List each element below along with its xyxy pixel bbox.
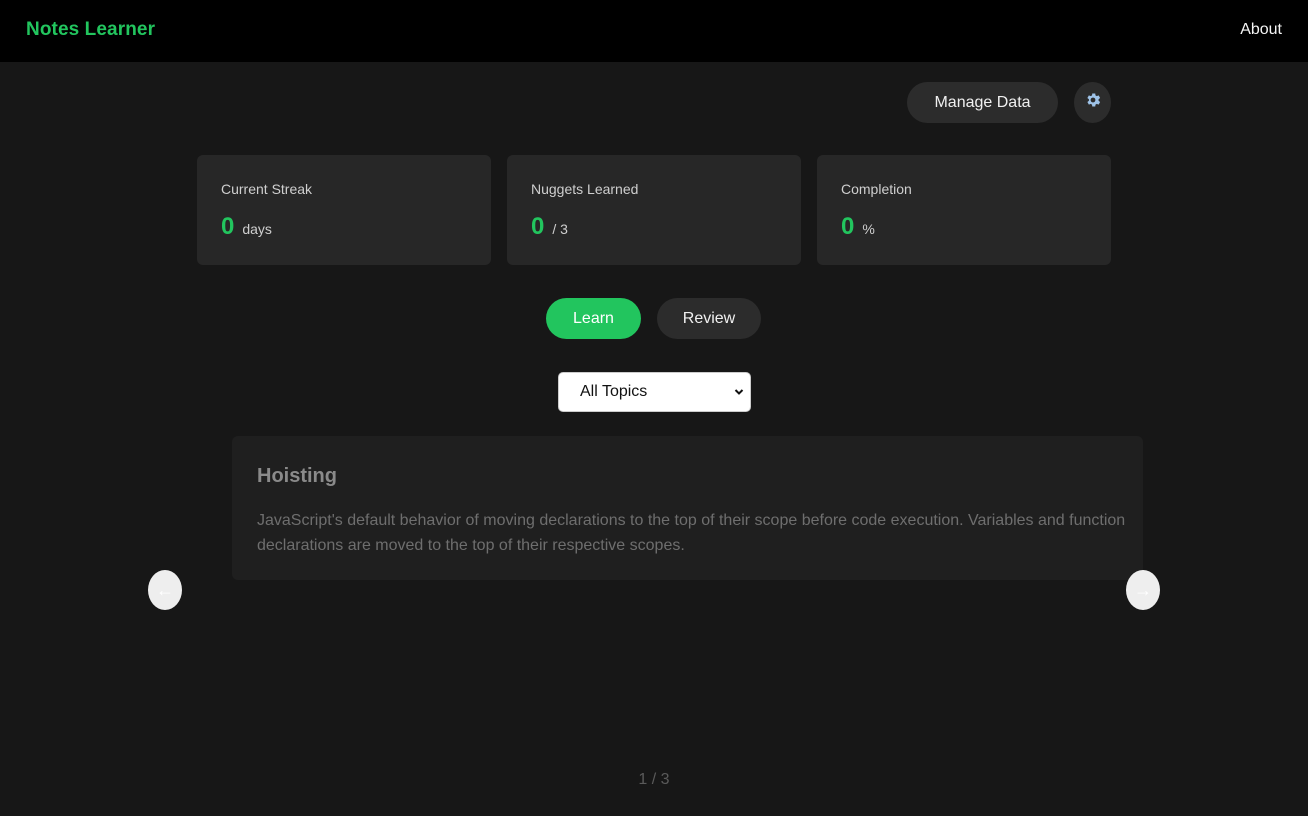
stat-label: Current Streak [221,181,313,197]
stat-label: Completion [841,181,912,197]
gear-icon [1084,91,1102,114]
stat-value: 0 [531,213,545,240]
chevron-down-icon [734,385,744,404]
top-navbar: Notes Learner About [0,0,1308,62]
brand-logo-text[interactable]: Notes Learner [26,19,155,41]
stat-value: 0 [221,213,235,240]
tab-review[interactable]: Review [657,298,761,339]
stat-unit: / 3 [552,221,568,237]
stat-unit: days [242,221,272,237]
stat-label: Nuggets Learned [531,181,639,197]
next-button[interactable]: → [1126,570,1160,610]
nugget-title: Hoisting [257,465,337,487]
stat-card-completion: Completion 0 % [817,155,1111,265]
stat-card-nuggets: Nuggets Learned 0 / 3 [507,155,801,265]
topic-select-value: All Topics [580,383,648,400]
arrow-right-icon: → [1134,579,1152,600]
stat-value: 0 [841,213,855,240]
stat-unit: % [862,221,875,237]
stat-card-streak: Current Streak 0 days [197,155,491,265]
previous-button[interactable]: ← [148,570,182,610]
tab-learn[interactable]: Learn [546,298,641,339]
manage-data-button[interactable]: Manage Data [907,82,1058,123]
page-indicator: 1 / 3 [638,771,670,788]
arrow-left-icon: ← [156,579,174,600]
settings-button[interactable] [1074,82,1111,123]
about-link[interactable]: About [1240,21,1282,39]
nugget-card: Hoisting JavaScript's default behavior o… [232,436,1143,580]
nugget-body: JavaScript's default behavior of moving … [257,512,1126,554]
topic-select[interactable]: All Topics [558,372,751,412]
